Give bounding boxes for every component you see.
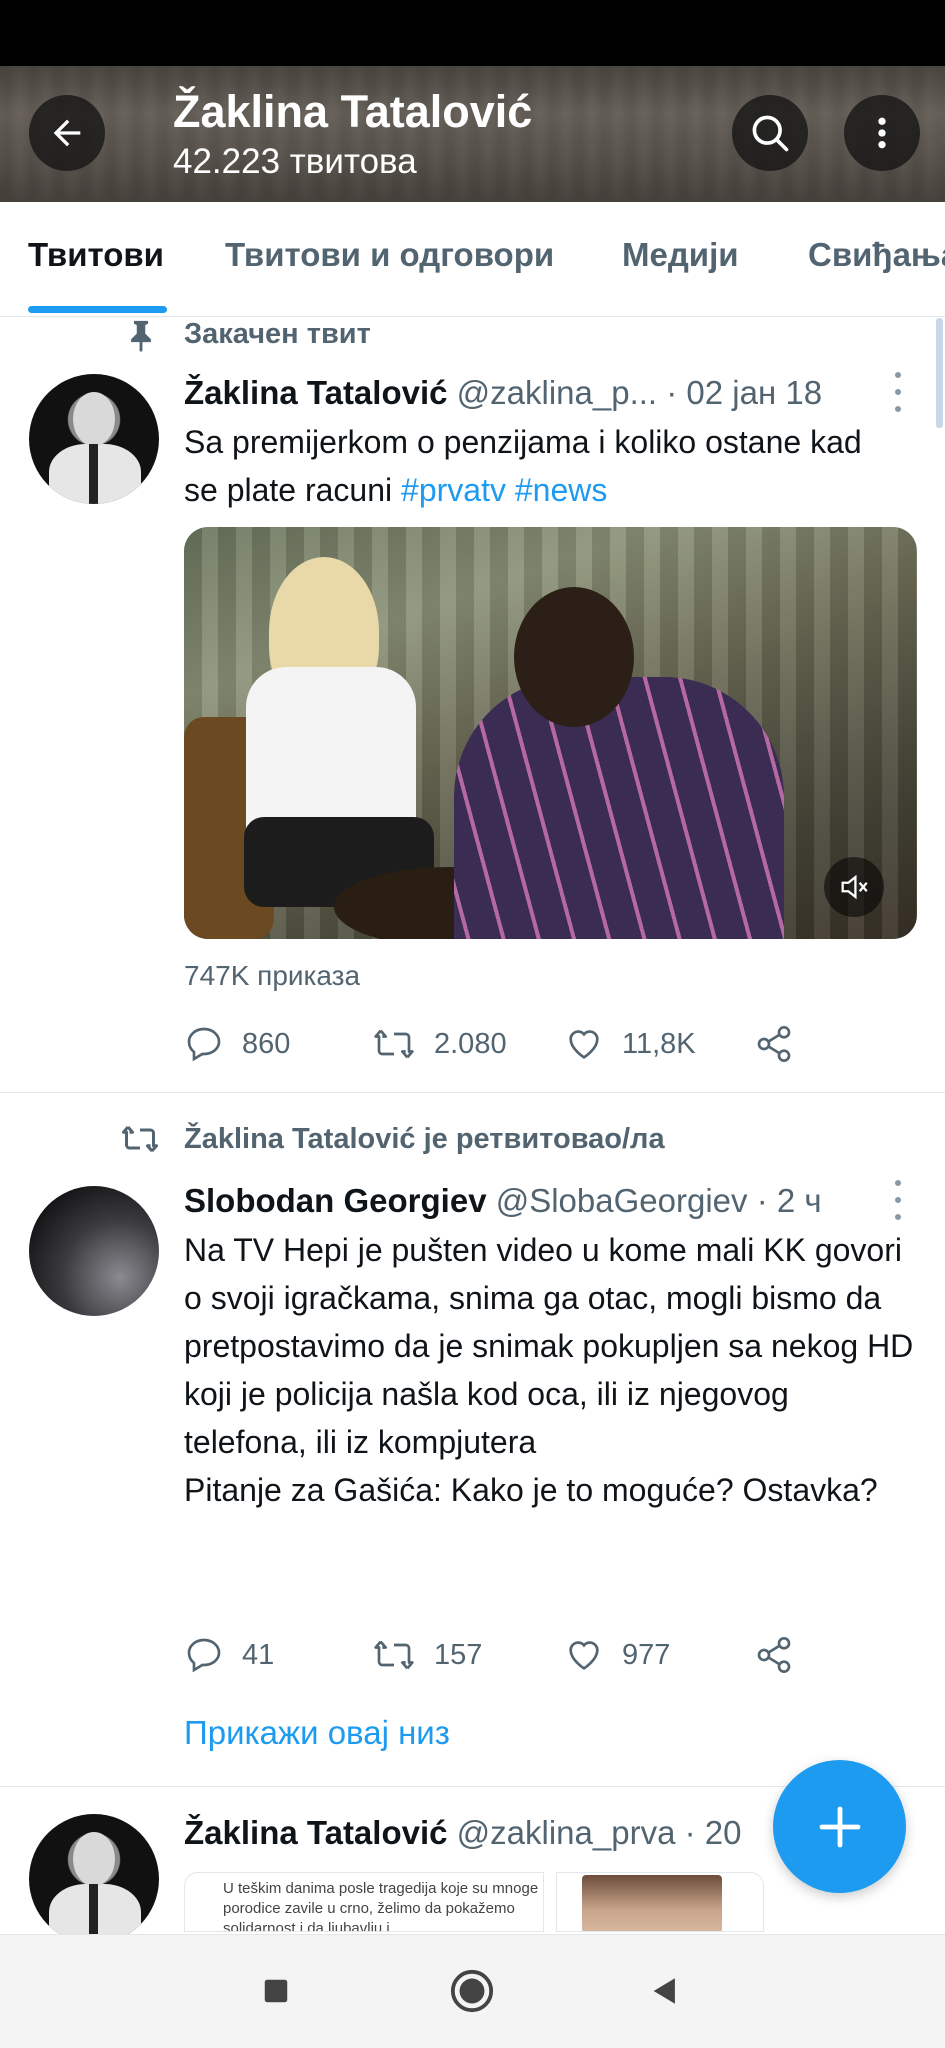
author-handle: @SlobaGeorgiev (495, 1182, 748, 1219)
hashtag-link[interactable]: #prvatv (401, 472, 506, 508)
profile-tabs: Твитови Твитови и одговори Медији Свиђањ… (0, 202, 945, 317)
retweet-icon (374, 1640, 414, 1670)
more-vertical-icon (878, 117, 886, 149)
tweet-menu-button[interactable] (888, 1180, 908, 1220)
avatar[interactable] (29, 374, 159, 504)
retweet-icon (122, 1126, 158, 1152)
volume-mute-icon (841, 874, 868, 900)
more-button[interactable] (844, 95, 920, 171)
like-button[interactable]: 977 (564, 1630, 670, 1680)
tweet-text: Sa premijerkom o penzijama i koliko osta… (184, 418, 904, 514)
divider (0, 1092, 945, 1093)
media-thumbnail[interactable] (556, 1872, 764, 1932)
retweet-button[interactable]: 157 (372, 1630, 482, 1680)
share-button[interactable] (754, 1630, 794, 1680)
author-handle: @zaklina_prva (456, 1814, 676, 1851)
tweet-time: · 2 ч (756, 1182, 822, 1219)
media-thumbnail[interactable]: U teškim danima posle tragedija koje su … (184, 1872, 544, 1932)
triangle-back-icon (653, 1978, 675, 2004)
author-name[interactable]: Slobodan Georgiev (184, 1182, 487, 1219)
tweet-count: 42.223 твитова (173, 142, 417, 181)
view-count: 747K приказа (184, 960, 361, 991)
retweet-count: 157 (434, 1638, 483, 1671)
author-name[interactable]: Žaklina Tatalović (184, 1814, 447, 1851)
tweet-header: Žaklina Tatalović @zaklina_p... · 02 јан… (184, 374, 822, 412)
video-player[interactable] (184, 527, 917, 939)
author-handle: @zaklina_p... (456, 374, 658, 411)
back-button[interactable] (29, 95, 105, 171)
reply-count: 860 (242, 1027, 291, 1060)
tweet-time: · 20 (684, 1814, 742, 1851)
tab-tweets-and-replies[interactable]: Твитови и одговори (225, 236, 554, 274)
reply-icon (187, 1638, 221, 1673)
search-icon (752, 115, 789, 152)
heart-icon (569, 1641, 599, 1670)
reply-button[interactable]: 41 (184, 1630, 274, 1680)
tweet-actions: 860 2.080 11,8K (184, 1019, 884, 1069)
tweet-menu-button[interactable] (888, 372, 908, 412)
avatar[interactable] (29, 1186, 159, 1316)
square-icon (264, 1979, 288, 2003)
scroll-indicator[interactable] (936, 318, 943, 428)
status-bar (0, 0, 945, 66)
retweeted-by-label: Žaklina Tatalović је ретвитовао/ла (184, 1123, 665, 1155)
back-nav-button[interactable] (637, 1963, 693, 2019)
share-icon (757, 1637, 791, 1673)
home-button[interactable] (444, 1963, 500, 2019)
hashtag-link[interactable]: #news (515, 472, 608, 508)
show-thread-link[interactable]: Прикажи овај низ (184, 1714, 450, 1752)
reply-button[interactable]: 860 (184, 1019, 290, 1069)
tweet-text: Na TV Hepi je pušten video u kome mali K… (184, 1232, 914, 1508)
tweet-header: Slobodan Georgiev @SlobaGeorgiev · 2 ч (184, 1182, 822, 1220)
pinned-label: Закачен твит (184, 318, 371, 350)
like-count: 977 (622, 1638, 671, 1671)
like-button[interactable]: 11,8K (564, 1019, 696, 1069)
heart-icon (569, 1030, 599, 1059)
reply-count: 41 (242, 1638, 275, 1671)
tab-tweets[interactable]: Твитови (28, 236, 164, 274)
search-button[interactable] (732, 95, 808, 171)
compose-tweet-button[interactable] (773, 1760, 906, 1893)
share-button[interactable] (754, 1019, 794, 1069)
profile-name: Žaklina Tatalović (173, 86, 533, 137)
tweet-header: Žaklina Tatalović @zaklina_prva · 20 (184, 1814, 741, 1852)
like-count: 11,8K (622, 1027, 696, 1060)
author-name[interactable]: Žaklina Tatalović (184, 374, 447, 411)
retweet-button[interactable]: 2.080 (372, 1019, 507, 1069)
arrow-left-icon (53, 119, 81, 147)
share-icon (757, 1026, 791, 1062)
retweet-count: 2.080 (434, 1027, 507, 1060)
tweet-time: · 02 јан 18 (666, 374, 823, 411)
reply-icon (187, 1027, 221, 1062)
active-tab-indicator (28, 306, 167, 313)
tweet-actions: 41 157 977 (184, 1630, 884, 1680)
mute-button[interactable] (824, 857, 884, 917)
avatar[interactable] (29, 1814, 159, 1944)
tweet-media-grid[interactable]: U teškim danima posle tragedija koje su … (184, 1872, 764, 1932)
circle-icon (450, 1969, 494, 2013)
retweet-icon (374, 1029, 414, 1059)
tab-media[interactable]: Медији (622, 236, 739, 274)
system-navigation-bar (0, 1934, 945, 2048)
recents-button[interactable] (248, 1963, 304, 2019)
tab-likes[interactable]: Свиђања (808, 236, 945, 274)
pin-icon (131, 320, 151, 352)
plus-icon (819, 1806, 860, 1847)
profile-header: Žaklina Tatalović 42.223 твитова (0, 66, 945, 202)
